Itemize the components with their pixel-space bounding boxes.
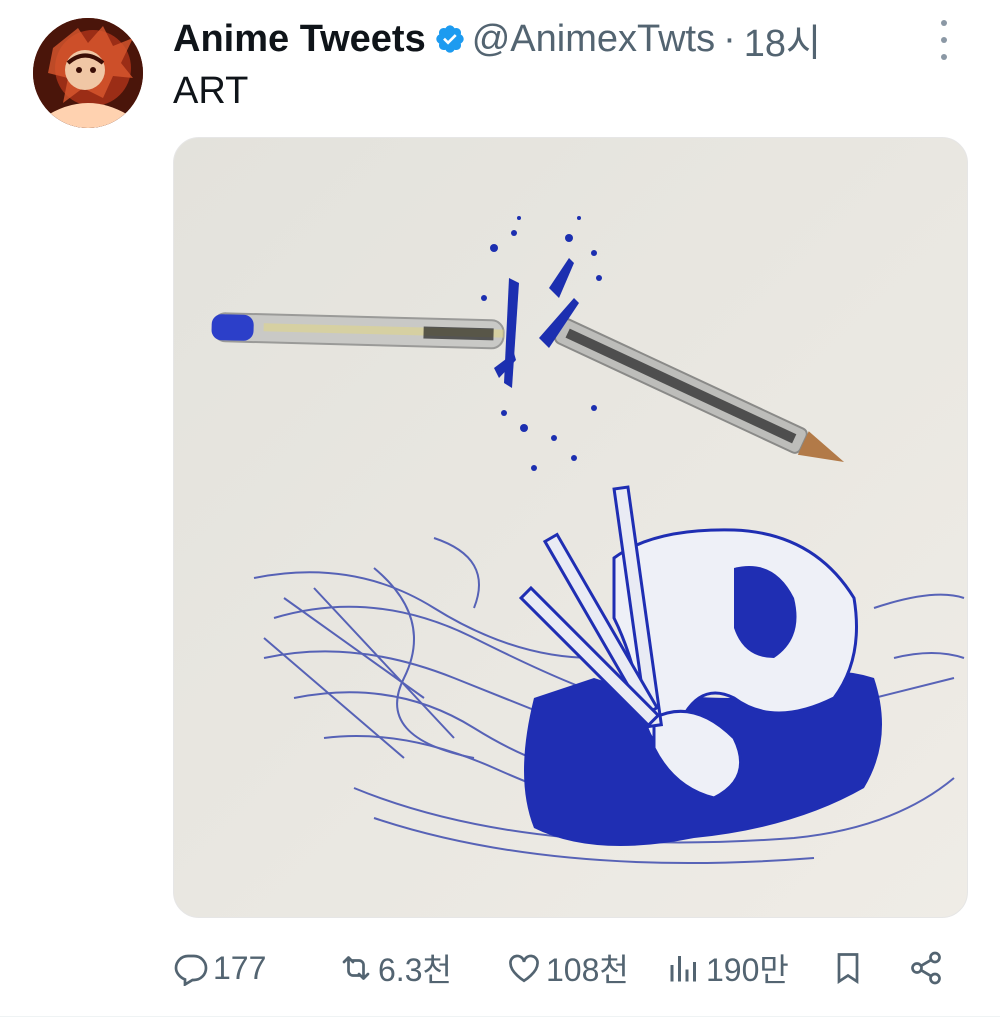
user-handle[interactable]: @AnimexTwts [472, 18, 715, 61]
views-count: 190만 [706, 952, 789, 988]
bookmark-icon [837, 953, 859, 985]
reply-button[interactable]: 177 [173, 940, 266, 996]
like-count: 108천 [546, 952, 629, 988]
retweet-button[interactable]: 6.3천 [338, 940, 452, 996]
reply-count: 177 [213, 949, 267, 986]
separator-dot: · [723, 17, 736, 60]
like-icon [509, 954, 539, 983]
divider [0, 1016, 1000, 1017]
retweet-count: 6.3천 [378, 952, 452, 988]
views-button[interactable]: 190만 [666, 940, 789, 996]
tweet-text: ART [173, 70, 249, 112]
like-button[interactable]: 108천 [506, 940, 629, 996]
tweet-header: Anime Tweets @AnimexTwts · 18시 [173, 12, 821, 67]
more-icon[interactable] [930, 20, 958, 60]
bookmark-button[interactable] [830, 940, 870, 996]
display-name[interactable]: Anime Tweets [173, 18, 426, 61]
verified-icon [434, 23, 466, 55]
views-icon [670, 956, 696, 982]
avatar[interactable] [33, 18, 143, 128]
timestamp[interactable]: 18시 [744, 12, 821, 67]
reply-icon [174, 954, 208, 986]
tweet-image[interactable] [173, 137, 968, 918]
tweet-actions: 177 6.3천 108천 190만 [173, 940, 966, 996]
retweet-icon [342, 956, 370, 980]
share-button[interactable] [908, 940, 948, 996]
share-icon [911, 951, 941, 985]
